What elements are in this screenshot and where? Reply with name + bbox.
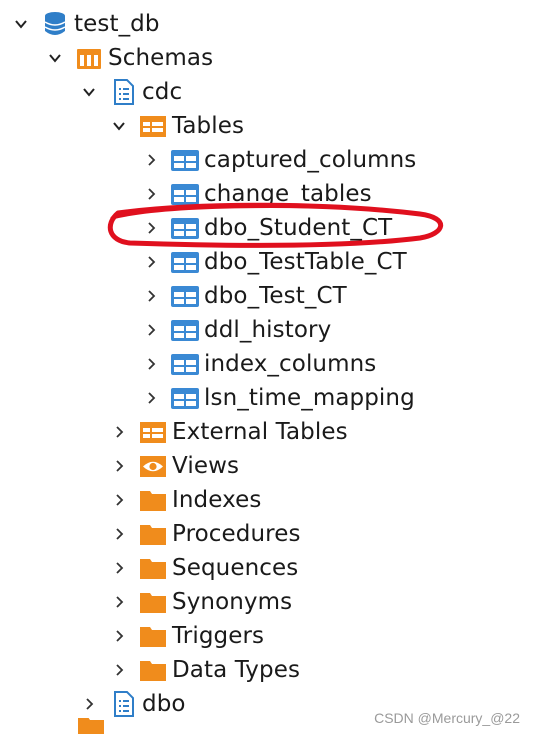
- chevron-right-icon[interactable]: [108, 551, 130, 585]
- watermark: CSDN @Mercury_@22: [374, 710, 520, 726]
- chevron-right-icon[interactable]: [140, 347, 162, 381]
- tree-node-dbo[interactable]: dbo: [78, 687, 186, 721]
- tree-node-label: test_db: [74, 11, 160, 37]
- tree-node-label: Data Types: [172, 657, 301, 683]
- table-name: dbo_Student_CT: [204, 215, 393, 241]
- folder-icon: [138, 485, 168, 515]
- tree-node-cut-off: [76, 718, 110, 734]
- chevron-down-icon[interactable]: [10, 7, 32, 41]
- chevron-right-icon[interactable]: [108, 653, 130, 687]
- table-icon: [170, 145, 200, 175]
- tree-node-label: cdc: [142, 79, 183, 105]
- tree-node-label: Tables: [172, 113, 245, 139]
- table-icon: [170, 281, 200, 311]
- schema-icon: [108, 689, 138, 719]
- table-row-ddl-history[interactable]: ddl_history: [140, 313, 331, 347]
- table-row-dbo-student-ct[interactable]: dbo_Student_CT: [140, 211, 392, 245]
- external-tables-icon: [138, 417, 168, 447]
- chevron-right-icon[interactable]: [108, 585, 130, 619]
- database-icon: [40, 9, 70, 39]
- tree-node-external-tables[interactable]: External Tables: [108, 415, 348, 449]
- tree-node-label: Indexes: [172, 487, 262, 513]
- chevron-right-icon[interactable]: [140, 313, 162, 347]
- tree-node-label: Triggers: [172, 623, 265, 649]
- chevron-right-icon[interactable]: [108, 483, 130, 517]
- chevron-right-icon[interactable]: [108, 517, 130, 551]
- tree-node-data-types[interactable]: Data Types: [108, 653, 300, 687]
- chevron-right-icon[interactable]: [78, 687, 100, 721]
- tree-node-label: Procedures: [172, 521, 301, 547]
- chevron-right-icon[interactable]: [140, 245, 162, 279]
- tree-node-schemas[interactable]: Schemas: [44, 41, 213, 75]
- table-name: change_tables: [204, 181, 372, 207]
- tree-node-cdc[interactable]: cdc: [78, 75, 182, 109]
- tree-node-label: Sequences: [172, 555, 299, 581]
- table-icon: [170, 179, 200, 209]
- table-row-index-columns[interactable]: index_columns: [140, 347, 376, 381]
- folder-icon: [138, 553, 168, 583]
- table-name: lsn_time_mapping: [204, 385, 415, 411]
- table-icon: [170, 349, 200, 379]
- chevron-right-icon[interactable]: [108, 415, 130, 449]
- chevron-down-icon[interactable]: [78, 75, 100, 109]
- table-icon: [170, 315, 200, 345]
- table-icon: [170, 247, 200, 277]
- views-eye-icon: [138, 451, 168, 481]
- table-row-captured-columns[interactable]: captured_columns: [140, 143, 416, 177]
- table-name: captured_columns: [204, 147, 417, 173]
- tree-node-procedures[interactable]: Procedures: [108, 517, 301, 551]
- table-row-dbo-test-ct[interactable]: dbo_Test_CT: [140, 279, 347, 313]
- chevron-down-icon[interactable]: [108, 109, 130, 143]
- tree-node-label: Views: [172, 453, 240, 479]
- chevron-down-icon[interactable]: [44, 41, 66, 75]
- schemas-icon: [74, 43, 104, 73]
- table-name: index_columns: [204, 351, 377, 377]
- tables-folder-icon: [138, 111, 168, 141]
- chevron-right-icon[interactable]: [140, 279, 162, 313]
- chevron-right-icon[interactable]: [140, 143, 162, 177]
- chevron-right-icon[interactable]: [140, 211, 162, 245]
- table-row-change-tables[interactable]: change_tables: [140, 177, 372, 211]
- table-name: ddl_history: [204, 317, 332, 343]
- chevron-right-icon[interactable]: [140, 177, 162, 211]
- tree-node-tables[interactable]: Tables: [108, 109, 244, 143]
- table-row-lsn-time-mapping[interactable]: lsn_time_mapping: [140, 381, 415, 415]
- tree-node-label: External Tables: [172, 419, 348, 445]
- table-name: dbo_TestTable_CT: [204, 249, 407, 275]
- tree-node-indexes[interactable]: Indexes: [108, 483, 261, 517]
- tree-node-sequences[interactable]: Sequences: [108, 551, 298, 585]
- tree-node-test-db[interactable]: test_db: [10, 7, 160, 41]
- folder-icon: [138, 655, 168, 685]
- tree-node-synonyms[interactable]: Synonyms: [108, 585, 292, 619]
- table-row-dbo-testtable-ct[interactable]: dbo_TestTable_CT: [140, 245, 407, 279]
- chevron-right-icon[interactable]: [108, 619, 130, 653]
- tree-node-label: dbo: [142, 691, 186, 717]
- table-icon: [170, 213, 200, 243]
- tree-node-views[interactable]: Views: [108, 449, 239, 483]
- table-name: dbo_Test_CT: [204, 283, 347, 309]
- tree-node-label: Schemas: [108, 45, 214, 71]
- table-icon: [170, 383, 200, 413]
- folder-icon: [138, 519, 168, 549]
- folder-icon: [138, 621, 168, 651]
- chevron-right-icon[interactable]: [108, 449, 130, 483]
- chevron-right-icon[interactable]: [140, 381, 162, 415]
- folder-icon: [138, 587, 168, 617]
- tree-node-label: Synonyms: [172, 589, 293, 615]
- tree-node-triggers[interactable]: Triggers: [108, 619, 264, 653]
- schema-icon: [108, 77, 138, 107]
- folder-icon: [76, 718, 106, 734]
- database-navigator-tree: test_db Schemas cdc Tables captured_colu…: [0, 0, 534, 734]
